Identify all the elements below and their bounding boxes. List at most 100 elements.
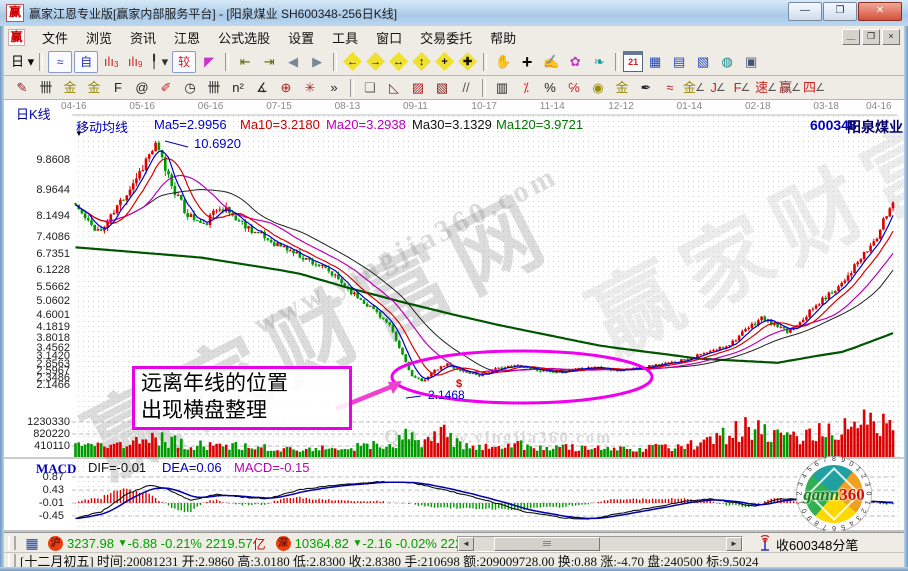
shanghai-down-arrow: ▼ [118,538,128,549]
wave-ruler-icon[interactable]: ≈ [659,78,681,98]
menu-item-0[interactable]: 文件 [33,26,77,49]
volume-axis-label: 1230330 [8,416,70,428]
menu-item-2[interactable]: 资讯 [121,26,165,49]
close-button[interactable]: ✕ [858,2,902,21]
bars-9min-icon[interactable]: ılı9 [124,52,146,72]
print-icon[interactable]: ▣ [740,52,762,72]
shenzhen-index-change: -2.16 [362,536,392,551]
percent-icon[interactable]: % [539,78,561,98]
shanghai-amount-unit: 亿 [253,534,266,553]
measure-pen-icon[interactable]: ✒ [635,78,657,98]
child-minimize-button[interactable]: ＿ [842,29,860,45]
menu-item-4[interactable]: 公式选股 [209,26,279,49]
scrollbar-right-arrow[interactable]: ► [726,537,742,551]
zoom-fit-icon[interactable]: ✚ [458,52,477,71]
horizontal-scrollbar[interactable]: ◄ ► [457,536,743,552]
notepad-icon[interactable]: ▤ [668,52,690,72]
maximize-button[interactable]: ❐ [823,2,857,21]
fan-box-icon[interactable]: ▨ [407,78,429,98]
first-page-icon[interactable]: ⇤ [234,52,256,72]
menu-item-1[interactable]: 浏览 [77,26,121,49]
percent-line-icon[interactable]: ℅ [563,78,585,98]
menu-bar: 赢 文件浏览资讯江恩公式选股设置工具窗口交易委托帮助 ＿❐× [4,26,904,49]
next-page-icon[interactable]: ▶ [306,52,328,72]
gold-grid2-icon[interactable]: 金 [83,78,105,98]
time-cycle-icon[interactable]: ◷ [179,78,201,98]
child-restore-button[interactable]: ❐ [862,29,880,45]
n2-cycle-icon[interactable]: n² [227,78,249,98]
compress-horizontal-icon[interactable]: ↕ [412,52,431,71]
prev-page-icon[interactable]: ◀ [282,52,304,72]
gann-comb-icon[interactable]: 卌 [35,78,57,98]
x-axis-date-label: 12-12 [608,101,634,112]
macd-axis-label: -0.45 [8,510,64,522]
annotation-box[interactable]: 远离年线的位置 出现横盘整理 [132,366,352,430]
web-data-icon[interactable]: ◍ [716,52,738,72]
j-angle-icon[interactable]: J∠ [707,78,729,98]
expand-horizontal-icon[interactable]: ↔ [389,52,408,71]
fib-comb-icon[interactable]: F [107,78,129,98]
symbol-name: 阳泉煤业 [847,117,903,137]
draw-pen-icon[interactable]: ✎ [11,78,33,98]
bars-3min-icon[interactable]: ılı3 [100,52,122,72]
candle-type-dropdown[interactable]: ╿ ▾ [148,52,170,72]
chart-region[interactable]: 赢家财富网 www.yingjia360.com 赢家财富网 QQ www.yi… [4,100,904,532]
fan-box2-icon[interactable]: ▧ [431,78,453,98]
period-day-dropdown[interactable]: 日 ▾ [11,52,34,72]
more-tools-chevron[interactable]: » [323,78,345,98]
gold-level-icon[interactable]: 金 [611,78,633,98]
window-titlebar[interactable]: 赢 赢家江恩专业版[赢家内部服务平台] - [阳泉煤业 SH600348-256… [0,0,908,27]
menu-item-8[interactable]: 交易委托 [411,26,481,49]
last-page-icon[interactable]: ⇥ [258,52,280,72]
leaf-tool-icon[interactable]: ❧ [588,52,610,72]
spiral-icon[interactable]: @ [131,78,153,98]
calculator-icon[interactable]: ▦ [644,52,666,72]
parallel-lines-icon[interactable]: // [455,78,477,98]
y-axis-price-label: 9.8608 [8,154,70,166]
menu-item-3[interactable]: 江恩 [165,26,209,49]
wave-view-icon[interactable]: ≈ [48,51,72,73]
speed-angle-icon[interactable]: 速∠ [755,78,777,98]
toolbar-separator [483,53,487,71]
statusbar2-grip [8,554,16,568]
percent-x-icon[interactable]: ⁒ [515,78,537,98]
comb-plain-icon[interactable]: 卌 [203,78,225,98]
x-axis-date-label: 09-11 [403,101,428,112]
scrollbar-thumb[interactable] [494,537,600,551]
minimize-button[interactable]: — [788,2,822,21]
box-select-icon[interactable]: ❏ [359,78,381,98]
calculator-status-icon[interactable]: ▦ [21,533,43,553]
profile-histogram-icon[interactable]: ◤ [198,52,220,72]
win-angle-icon[interactable]: 赢∠ [779,78,801,98]
gann360-ring-digit: 8 [830,456,838,463]
pen-red-icon[interactable]: ✐ [155,78,177,98]
gold-angle-icon[interactable]: 金∠ [683,78,705,98]
target-circle-icon[interactable]: ⊕ [275,78,297,98]
compare-stock-icon[interactable]: 较 [172,51,196,73]
child-close-button[interactable]: × [882,29,900,45]
flower-tool-icon[interactable]: ✿ [564,52,586,72]
menu-item-6[interactable]: 工具 [323,26,367,49]
menu-item-7[interactable]: 窗口 [367,26,411,49]
gold-circle-icon[interactable]: ◉ [587,78,609,98]
four-angle-icon[interactable]: 四∠ [803,78,825,98]
crosshair-tool-icon[interactable]: + [516,52,538,72]
zoom-left-icon[interactable]: ← [343,52,362,71]
save-icon[interactable]: ▧ [692,52,714,72]
fan-lines-icon[interactable]: ◺ [383,78,405,98]
y-axis-price-label: 7.4086 [8,231,70,243]
f-angle-icon[interactable]: F∠ [731,78,753,98]
angle-mirror-icon[interactable]: ∡ [251,78,273,98]
info-note-icon[interactable]: 自 [74,51,98,73]
star-burst-icon[interactable]: ✳ [299,78,321,98]
zoom-right-icon[interactable]: → [366,52,385,71]
menu-item-9[interactable]: 帮助 [481,26,525,49]
annotate-tool-icon[interactable]: ✍ [540,52,562,72]
menu-item-5[interactable]: 设置 [279,26,323,49]
scrollbar-left-arrow[interactable]: ◄ [458,537,474,551]
gold-grid-icon[interactable]: 金 [59,78,81,98]
zoom-in-icon[interactable]: + [435,52,454,71]
calendar-icon[interactable]: 21 [623,51,643,72]
scale-ruler-icon[interactable]: ▥ [491,78,513,98]
hand-tool-icon[interactable]: ✋ [492,52,514,72]
